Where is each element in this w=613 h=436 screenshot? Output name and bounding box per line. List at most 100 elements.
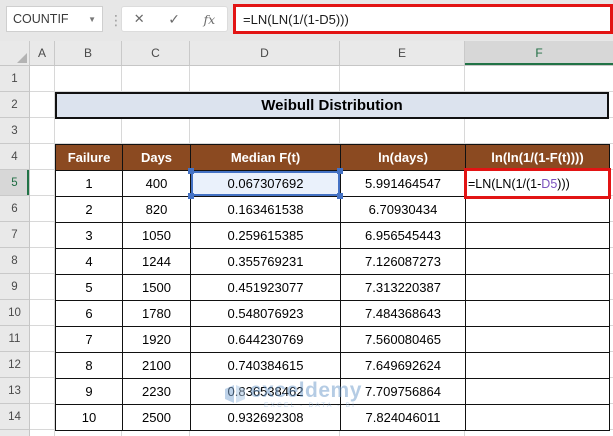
table-cell[interactable]: 7.709756864	[341, 379, 466, 405]
table-cell[interactable]: 6	[56, 301, 123, 327]
row-header-9[interactable]: 9	[0, 274, 29, 300]
table-cell[interactable]: 7	[56, 327, 123, 353]
row-header-12[interactable]: 12	[0, 352, 29, 378]
table-header-cell[interactable]: Days	[123, 145, 191, 171]
table-cell[interactable]: 1500	[123, 275, 191, 301]
table-cell[interactable]: 2500	[123, 405, 191, 431]
column-header-E[interactable]: E	[340, 41, 465, 65]
referenced-cell-D5[interactable]: 0.067307692	[191, 171, 341, 197]
chevron-down-icon[interactable]: ▼	[88, 15, 96, 24]
row-headers: 1234567891011121314	[0, 66, 30, 436]
table-cell[interactable]: 4	[56, 249, 123, 275]
row-header-8[interactable]: 8	[0, 248, 29, 274]
table-header-cell[interactable]: ln(days)	[341, 145, 466, 171]
table-cell[interactable]: 0.451923077	[191, 275, 341, 301]
row-header-6[interactable]: 6	[0, 196, 29, 222]
table-cell[interactable]: 1050	[123, 223, 191, 249]
table-cell[interactable]: 0.740384615	[191, 353, 341, 379]
formula-bar-area: COUNTIF ▼ ⋮ ✕ ✓ fx =LN(LN(1/(1-D5)))	[0, 0, 613, 41]
select-all-corner[interactable]	[0, 41, 30, 65]
table-body: 14000.0673076925.991464547=LN(LN(1/(1-D5…	[56, 171, 610, 431]
formula-input[interactable]: =LN(LN(1/(1-D5)))	[233, 4, 613, 34]
weibull-table: FailureDaysMedian F(t)ln(days)ln(ln(1/(1…	[55, 144, 610, 431]
table-cell[interactable]: 1	[56, 171, 123, 197]
table-cell[interactable]: 0.355769231	[191, 249, 341, 275]
row-header-2[interactable]: 2	[0, 92, 29, 118]
table-cell[interactable]: 0.163461538	[191, 197, 341, 223]
row-header-5[interactable]: 5	[0, 170, 29, 196]
row-header-11[interactable]: 11	[0, 326, 29, 352]
table-cell[interactable]: 1780	[123, 301, 191, 327]
row-header-3[interactable]: 3	[0, 118, 29, 144]
table-cell[interactable]: 1244	[123, 249, 191, 275]
table-cell[interactable]: 0.932692308	[191, 405, 341, 431]
table-cell[interactable]	[466, 301, 610, 327]
table-cell[interactable]: 7.484368643	[341, 301, 466, 327]
table-cell[interactable]: 7.824046011	[341, 405, 466, 431]
table-cell[interactable]: 5.991464547	[341, 171, 466, 197]
table-cell[interactable]: 6.956545443	[341, 223, 466, 249]
table-header-cell[interactable]: Failure	[56, 145, 123, 171]
table-cell[interactable]: 820	[123, 197, 191, 223]
table-cell[interactable]: 9	[56, 379, 123, 405]
column-header-A[interactable]: A	[30, 41, 55, 65]
table-cell[interactable]: 7.560080465	[341, 327, 466, 353]
cell-formula-text: D5	[541, 177, 557, 191]
table-cell[interactable]: 6.70930434	[341, 197, 466, 223]
table-cell[interactable]: 2100	[123, 353, 191, 379]
table-cell[interactable]: 0.548076923	[191, 301, 341, 327]
excel-window: COUNTIF ▼ ⋮ ✕ ✓ fx =LN(LN(1/(1-D5))) ABC…	[0, 0, 613, 436]
row-header-7[interactable]: 7	[0, 222, 29, 248]
column-header-D[interactable]: D	[190, 41, 340, 65]
active-cell-F5[interactable]: =LN(LN(1/(1-D5)))	[466, 171, 610, 197]
table-cell[interactable]: 7.313220387	[341, 275, 466, 301]
row-header-10[interactable]: 10	[0, 300, 29, 326]
name-box[interactable]: COUNTIF ▼	[6, 6, 103, 32]
table-cell[interactable]	[466, 249, 610, 275]
formula-text: =LN(LN(1/(1-D5)))	[243, 12, 349, 27]
range-handle[interactable]	[337, 193, 343, 199]
table-header-cell[interactable]: Median F(t)	[191, 145, 341, 171]
range-handle[interactable]	[337, 168, 343, 174]
range-handle[interactable]	[188, 168, 194, 174]
table-cell[interactable]: 0.836538462	[191, 379, 341, 405]
insert-function-icon[interactable]: fx	[204, 12, 216, 27]
table-cell[interactable]	[466, 327, 610, 353]
table-cell[interactable]	[466, 223, 610, 249]
table-cell[interactable]	[466, 353, 610, 379]
enter-icon[interactable]: ✓	[168, 11, 180, 28]
table-cell[interactable]	[466, 379, 610, 405]
table-row: 515000.4519230777.313220387	[56, 275, 610, 301]
table-cell[interactable]: 400	[123, 171, 191, 197]
table-cell[interactable]	[466, 275, 610, 301]
cells-area[interactable]: Weibull Distribution FailureDaysMedian F…	[30, 66, 613, 436]
row-header-14[interactable]: 14	[0, 404, 29, 430]
row-header-4[interactable]: 4	[0, 144, 29, 170]
table-cell[interactable]	[466, 197, 610, 223]
table-row: 28200.1634615386.70930434	[56, 197, 610, 223]
table-cell[interactable]: 7.649692624	[341, 353, 466, 379]
table-cell[interactable]: 3	[56, 223, 123, 249]
table-header-cell[interactable]: ln(ln(1/(1-F(t))))	[466, 145, 610, 171]
table-cell[interactable]: 10	[56, 405, 123, 431]
table-cell[interactable]: 0.644230769	[191, 327, 341, 353]
column-header-B[interactable]: B	[55, 41, 122, 65]
column-header-F[interactable]: F	[465, 41, 613, 65]
title-cell[interactable]: Weibull Distribution	[55, 92, 609, 119]
row-header-13[interactable]: 13	[0, 378, 29, 404]
table-cell[interactable]: 7.126087273	[341, 249, 466, 275]
table-cell[interactable]: 2	[56, 197, 123, 223]
cell-formula-text: =LN(LN(1/(1-	[468, 177, 541, 191]
table-header-row: FailureDaysMedian F(t)ln(days)ln(ln(1/(1…	[56, 145, 610, 171]
table-cell[interactable]: 5	[56, 275, 123, 301]
table-cell[interactable]: 2230	[123, 379, 191, 405]
table-cell[interactable]: 0.259615385	[191, 223, 341, 249]
select-all-triangle-icon	[17, 53, 27, 63]
column-header-C[interactable]: C	[122, 41, 190, 65]
range-handle[interactable]	[188, 193, 194, 199]
cancel-icon[interactable]: ✕	[134, 11, 145, 27]
row-header-1[interactable]: 1	[0, 66, 29, 92]
table-cell[interactable]	[466, 405, 610, 431]
table-cell[interactable]: 1920	[123, 327, 191, 353]
table-cell[interactable]: 8	[56, 353, 123, 379]
